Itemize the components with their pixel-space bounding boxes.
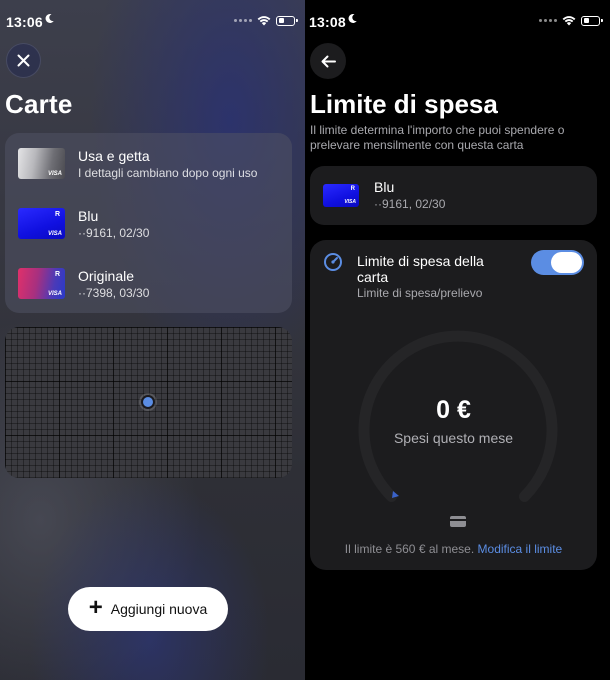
- location-map[interactable]: [5, 327, 292, 478]
- disposable-card-thumbnail: VISA: [18, 148, 65, 179]
- cards-list: VISA Usa e getta I dettagli cambiano dop…: [5, 133, 292, 313]
- signal-icon: [539, 19, 557, 22]
- status-icons: [539, 15, 603, 26]
- limit-subtitle: Limite di spesa/prelievo: [357, 286, 483, 300]
- page-title: Carte: [5, 89, 73, 119]
- toggle-knob: [551, 252, 582, 273]
- blue-card-thumbnail: R VISA: [18, 208, 65, 239]
- status-time: 13:08: [309, 14, 346, 30]
- spending-limit-screen: 13:08 Limite di spesa Il limite determin…: [305, 0, 610, 680]
- location-dot-icon: [141, 395, 155, 409]
- moon-icon: [44, 13, 55, 27]
- moon-icon: [347, 13, 358, 27]
- spent-amount: 0 €: [436, 396, 471, 424]
- status-time: 13:06: [6, 14, 43, 30]
- card-badge: R: [54, 211, 60, 218]
- close-icon: [17, 54, 30, 67]
- limit-note-text: Il limite è 560 € al mese.: [344, 542, 475, 556]
- card-brand: VISA: [47, 231, 62, 237]
- page-title: Limite di spesa: [310, 89, 498, 119]
- signal-icon: [234, 19, 252, 22]
- limit-toggle[interactable]: [531, 250, 584, 275]
- status-icons: [234, 15, 298, 26]
- card-row-disposable[interactable]: VISA Usa e getta I dettagli cambiano dop…: [5, 133, 292, 193]
- wifi-icon: [257, 16, 271, 26]
- page-description: Il limite determina l'importo che puoi s…: [310, 123, 565, 152]
- card-details: ··7398, 03/30: [78, 286, 150, 300]
- blue-card-thumbnail: R VISA: [323, 184, 359, 207]
- selected-card[interactable]: R VISA Blu ··9161, 02/30: [310, 166, 597, 225]
- card-icon: [450, 516, 466, 527]
- card-details: ··9161, 02/30: [78, 226, 150, 240]
- spending-limit-panel: Limite di spesa della carta Limite di sp…: [310, 240, 597, 570]
- card-brand: VISA: [344, 199, 356, 205]
- edit-limit-link[interactable]: Modifica il limite: [478, 542, 563, 556]
- spent-label: Spesi questo mese: [393, 430, 514, 446]
- wifi-icon: [562, 16, 576, 26]
- card-name: Originale: [78, 268, 135, 284]
- add-new-card-button[interactable]: + Aggiungi nuova: [68, 587, 228, 631]
- card-details: I dettagli cambiano dopo ogni uso: [78, 166, 258, 180]
- gauge-icon: [324, 253, 342, 271]
- card-row-blu[interactable]: R VISA Blu ··9161, 02/30: [5, 193, 292, 253]
- card-badge: R: [54, 271, 60, 278]
- battery-icon: [581, 15, 603, 26]
- card-name: Blu: [78, 208, 99, 224]
- card-brand: VISA: [47, 291, 62, 297]
- back-button[interactable]: [310, 43, 346, 79]
- add-new-label: Aggiungi nuova: [110, 601, 208, 617]
- cards-screen: 13:06 Carte VISA Usa e getta I dettagli …: [0, 0, 305, 680]
- original-card-thumbnail: R VISA: [18, 268, 65, 299]
- limit-title: Limite di spesa della carta: [357, 253, 484, 285]
- card-badge: R: [350, 186, 355, 192]
- status-bar: 13:06: [0, 0, 305, 44]
- card-name: Usa e getta: [78, 148, 150, 164]
- back-arrow-icon: [321, 55, 336, 67]
- close-button[interactable]: [6, 43, 41, 78]
- status-bar: 13:08: [305, 0, 610, 44]
- card-name: Blu: [374, 179, 395, 195]
- card-row-originale[interactable]: R VISA Originale ··7398, 03/30: [5, 253, 292, 313]
- battery-icon: [276, 15, 298, 26]
- ring-start-marker: [392, 491, 399, 498]
- card-brand: VISA: [47, 171, 62, 177]
- limit-note: Il limite è 560 € al mese. Modifica il l…: [310, 542, 597, 556]
- card-details: ··9161, 02/30: [374, 197, 446, 211]
- plus-icon: +: [88, 594, 103, 621]
